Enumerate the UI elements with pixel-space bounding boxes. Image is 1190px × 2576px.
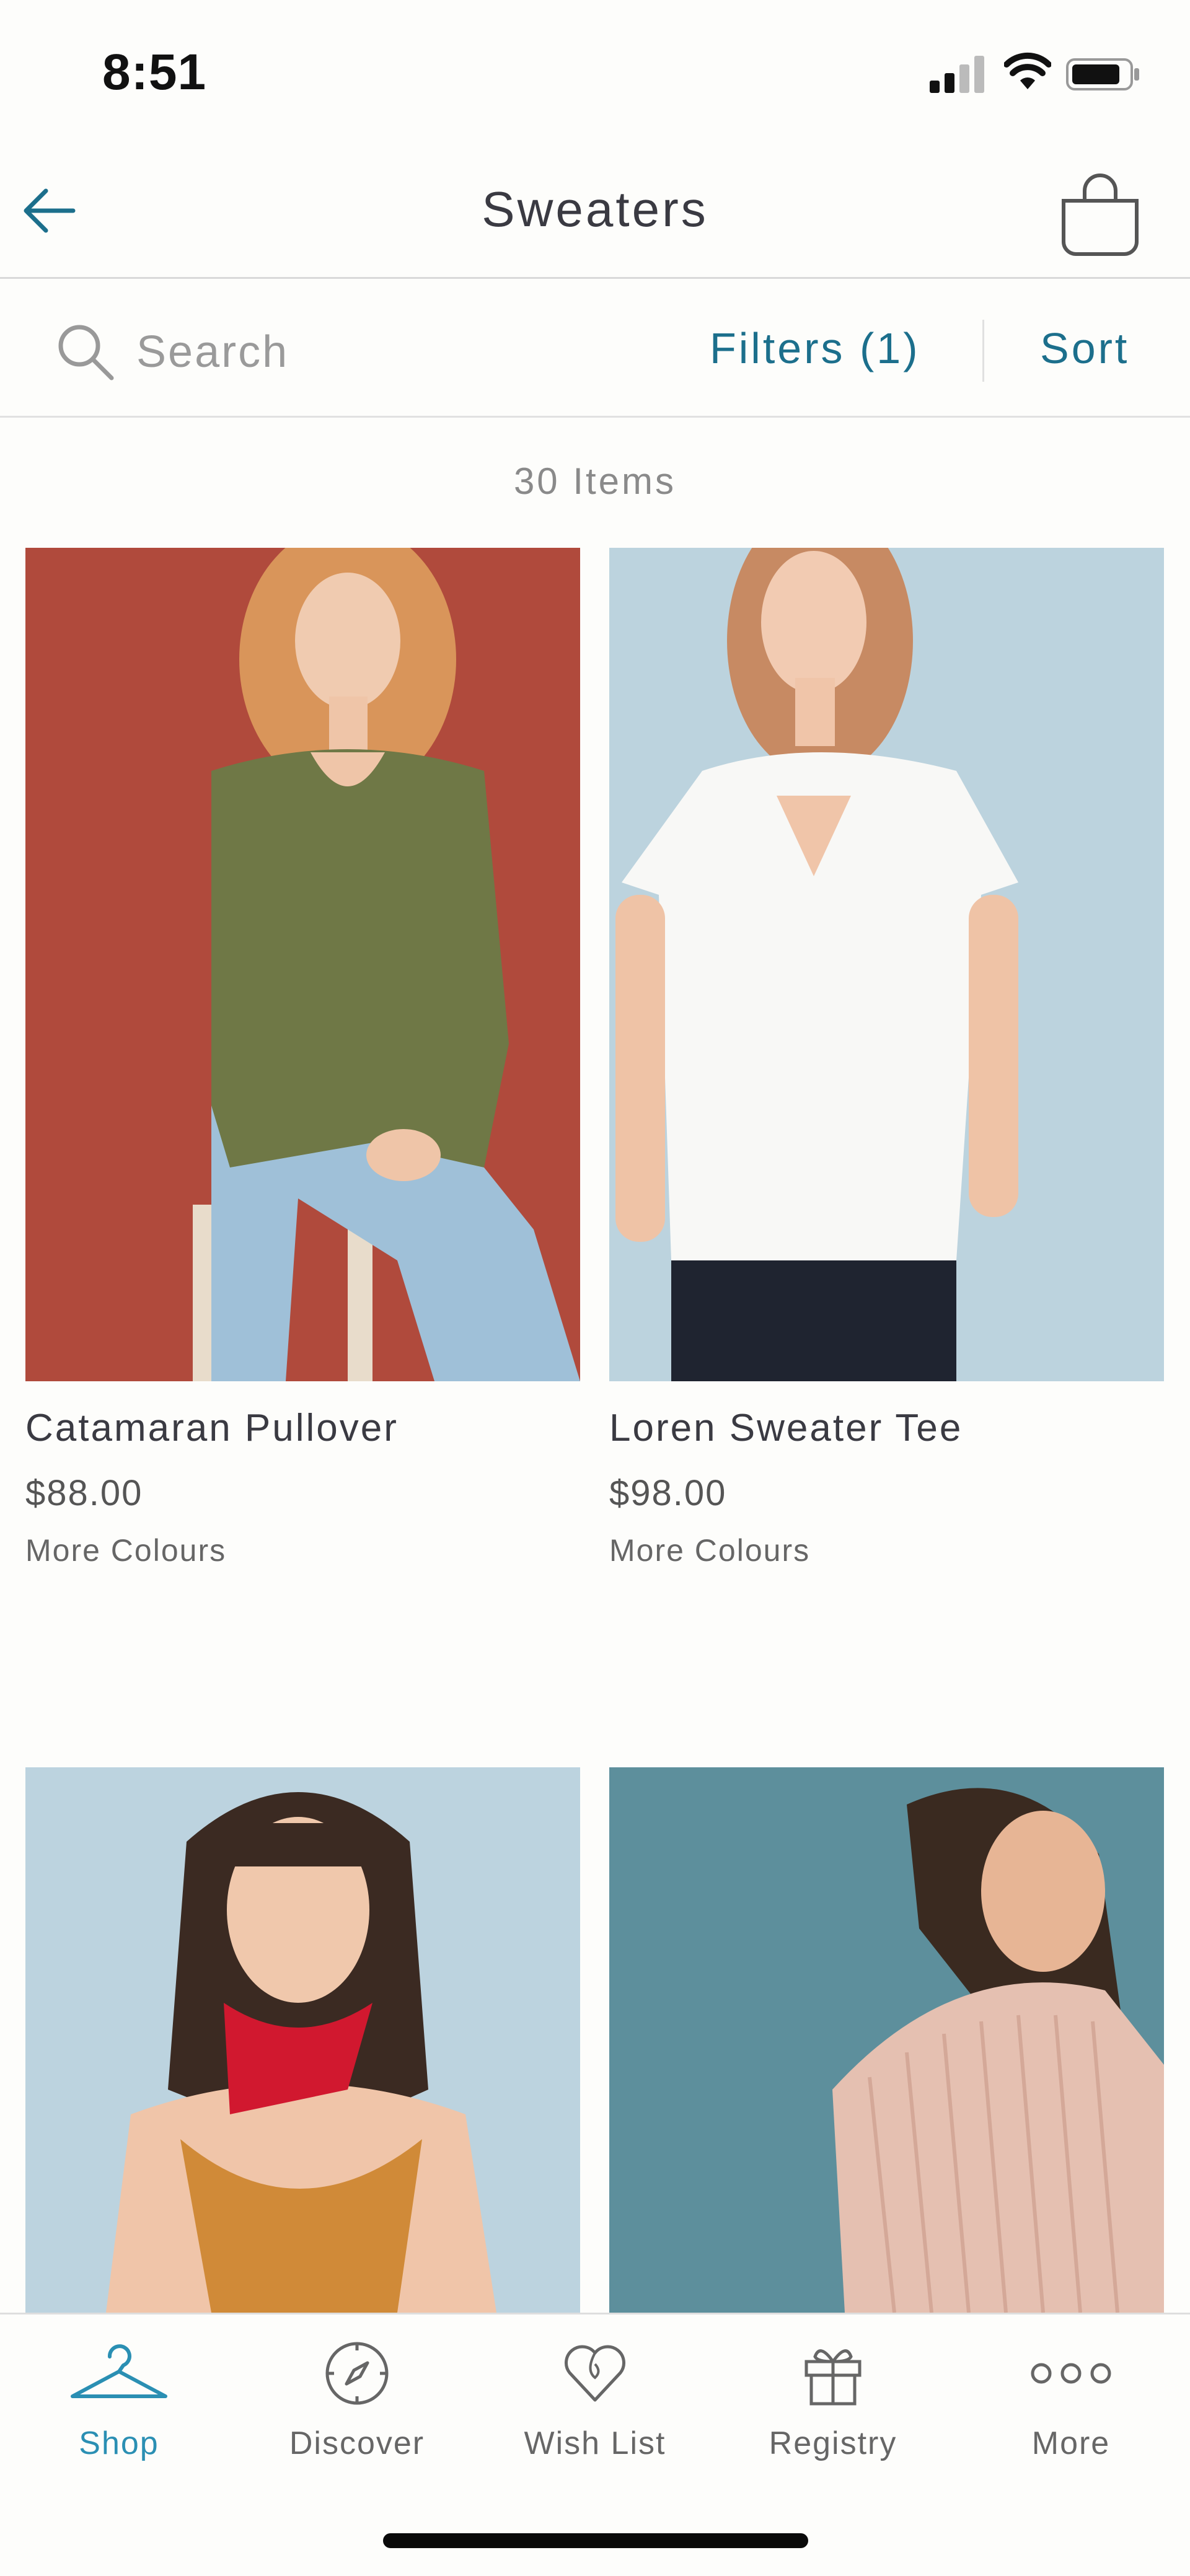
status-bar: 8:51 bbox=[0, 0, 1190, 143]
product-price: $88.00 bbox=[25, 1473, 143, 1513]
sort-button[interactable]: Sort bbox=[1040, 323, 1129, 373]
tab-label: Shop bbox=[79, 2425, 159, 2461]
product-image[interactable] bbox=[25, 548, 580, 1381]
header: Sweaters bbox=[0, 143, 1190, 279]
home-indicator[interactable] bbox=[383, 2533, 808, 2548]
search-area[interactable] bbox=[50, 317, 483, 385]
shopping-bag-button[interactable] bbox=[1054, 169, 1147, 262]
status-time: 8:51 bbox=[102, 44, 207, 100]
more-colours-label[interactable]: More Colours bbox=[25, 1532, 580, 1568]
tab-wish-list[interactable]: Wish List bbox=[476, 2339, 714, 2488]
wifi-icon bbox=[1004, 52, 1051, 89]
product-card[interactable]: Catamaran Pullover $88.00 More Colours bbox=[25, 548, 580, 1568]
tab-more[interactable]: More bbox=[952, 2339, 1190, 2488]
toolbar-divider bbox=[982, 320, 984, 382]
tab-label: Registry bbox=[769, 2425, 897, 2461]
search-input[interactable] bbox=[136, 327, 459, 377]
product-photo bbox=[609, 1767, 1164, 2313]
tab-registry[interactable]: Registry bbox=[714, 2339, 952, 2488]
more-colours-label[interactable]: More Colours bbox=[609, 1532, 1164, 1568]
product-photo bbox=[25, 548, 580, 1381]
tab-label: Discover bbox=[289, 2425, 425, 2461]
tab-label: Wish List bbox=[524, 2425, 666, 2461]
product-name[interactable]: Loren Sweater Tee bbox=[609, 1406, 1164, 1450]
compass-icon bbox=[325, 2342, 389, 2405]
product-photo bbox=[25, 1767, 580, 2313]
search-filter-bar: Filters (1) Sort bbox=[0, 280, 1190, 418]
heart-icon bbox=[565, 2345, 625, 2402]
product-card[interactable] bbox=[609, 1767, 1164, 2313]
search-icon bbox=[58, 325, 114, 380]
hanger-icon bbox=[71, 2344, 167, 2398]
tab-label: More bbox=[1031, 2425, 1111, 2461]
more-dots-icon bbox=[1031, 2363, 1111, 2384]
product-card[interactable] bbox=[25, 1767, 580, 2313]
product-name[interactable]: Catamaran Pullover bbox=[25, 1406, 580, 1450]
tab-shop[interactable]: Shop bbox=[0, 2339, 238, 2488]
product-price: $98.00 bbox=[609, 1473, 727, 1513]
product-photo bbox=[609, 548, 1164, 1381]
product-card[interactable]: Loren Sweater Tee $98.00 More Colours bbox=[609, 548, 1164, 1568]
item-count: 30 Items bbox=[513, 460, 677, 502]
product-image[interactable] bbox=[609, 1767, 1164, 2313]
gift-icon bbox=[804, 2349, 862, 2406]
product-image[interactable] bbox=[25, 1767, 580, 2313]
cellular-signal-icon bbox=[930, 56, 984, 93]
product-image[interactable] bbox=[609, 548, 1164, 1381]
page-title: Sweaters bbox=[482, 182, 708, 237]
tab-discover[interactable]: Discover bbox=[238, 2339, 476, 2488]
shopping-bag-icon bbox=[1062, 174, 1139, 256]
filters-button[interactable]: Filters (1) bbox=[710, 323, 920, 373]
battery-icon bbox=[1066, 58, 1139, 90]
